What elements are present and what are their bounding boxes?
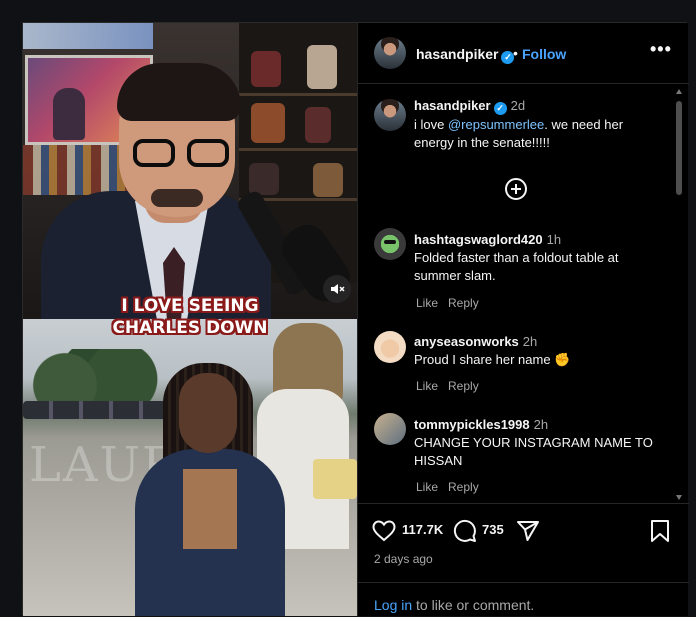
scroll-down-arrow-icon[interactable]: [676, 495, 682, 500]
avatar[interactable]: [374, 37, 406, 69]
video-bottom-frame: LAURA LOO: [23, 319, 357, 616]
login-link[interactable]: Log in: [374, 597, 412, 613]
reply-button[interactable]: Reply: [448, 480, 479, 494]
comment-actions: Like Reply: [416, 480, 489, 494]
share-icon[interactable]: [516, 519, 540, 543]
comment-header: hashtagswaglord420 1h: [414, 232, 562, 247]
scrollbar-thumb[interactable]: [676, 101, 682, 195]
author-username[interactable]: hasandpiker: [416, 46, 498, 62]
comment-text: Proud I share her name ✊: [414, 352, 571, 367]
login-prompt: Log in to like or comment.: [358, 582, 689, 617]
post-dialog: LAURA LOO I LOVE SEEING CHARLES DOWN has…: [22, 22, 689, 616]
post-actions: 117.7K 735 2 days ago Log in to like or …: [358, 503, 689, 616]
comment-header: anyseasonworks 2h: [414, 334, 538, 349]
like-count[interactable]: 117.7K: [402, 522, 443, 537]
avatar[interactable]: [374, 228, 406, 260]
comment-text: summer slam.: [414, 268, 496, 283]
like-comment-button[interactable]: Like: [416, 296, 438, 310]
comment-header: tommypickles1998 2h: [414, 417, 549, 432]
bookmark-icon[interactable]: [650, 519, 670, 543]
mention-link[interactable]: @repsummerlee: [448, 117, 544, 132]
verified-badge-icon: ✓: [493, 102, 507, 115]
post-caption: hasandpiker ✓ 2d: [414, 98, 526, 115]
comment-text: HISSAN: [414, 453, 463, 468]
comments-list: hasandpiker ✓ 2d i love @repsummerlee. we …: [358, 85, 689, 503]
reply-button[interactable]: Reply: [448, 296, 479, 310]
heart-icon[interactable]: [372, 520, 396, 542]
follow-button[interactable]: Follow: [522, 46, 566, 62]
comments-scrollbar[interactable]: [675, 87, 683, 499]
comment-actions: Like Reply: [416, 296, 489, 310]
avatar[interactable]: [374, 331, 406, 363]
like-comment-button[interactable]: Like: [416, 480, 438, 494]
post-header: hasandpiker ✓ • Follow •••: [358, 23, 689, 84]
speaker-muted-icon[interactable]: [323, 275, 351, 303]
avatar[interactable]: [374, 99, 406, 131]
caption-text: i love @repsummerlee. we need her energy…: [414, 117, 624, 150]
comment-text: CHANGE YOUR INSTAGRAM NAME TO: [414, 435, 653, 450]
comment-actions: Like Reply: [416, 379, 489, 393]
like-comment-button[interactable]: Like: [416, 379, 438, 393]
post-timestamp: 2 days ago: [374, 552, 433, 566]
video-caption: I LOVE SEEING CHARLES DOWN: [112, 296, 268, 338]
avatar[interactable]: [374, 413, 406, 445]
scroll-up-arrow-icon[interactable]: [676, 89, 682, 94]
comment-count[interactable]: 735: [482, 522, 504, 537]
post-video[interactable]: LAURA LOO I LOVE SEEING CHARLES DOWN: [23, 23, 357, 616]
more-options-icon[interactable]: •••: [650, 39, 672, 60]
load-more-comments-icon[interactable]: [505, 178, 527, 200]
comment-icon[interactable]: [453, 519, 477, 543]
video-top-frame: [23, 23, 357, 319]
raised-fist-emoji: ✊: [554, 352, 571, 367]
post-sidebar: hasandpiker ✓ • Follow ••• hasandpiker ✓ 2d…: [357, 23, 689, 616]
reply-button[interactable]: Reply: [448, 379, 479, 393]
comment-text: Folded faster than a foldout table at: [414, 250, 619, 265]
